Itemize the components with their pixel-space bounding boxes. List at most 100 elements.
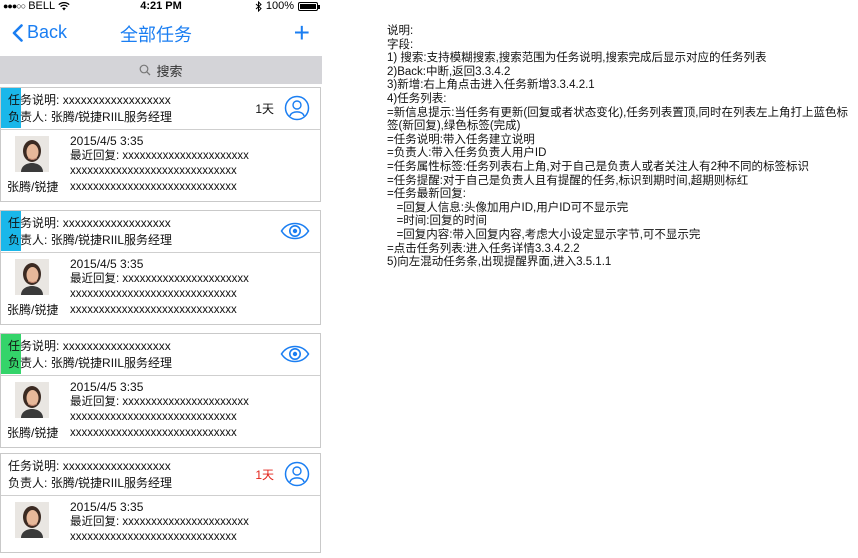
reply-text-line: xxxxxxxxxxxxxxxxxxxxxxxxxxxxx	[70, 288, 237, 300]
task-reply: 2015/4/5 3:35 最近回复: xxxxxxxxxxxxxxxxxxxx…	[1, 376, 320, 446]
avatar	[15, 382, 49, 418]
note-line: =负责人:带入任务负责人用户ID	[387, 147, 547, 160]
task-desc-value: xxxxxxxxxxxxxxxxxx	[62, 216, 171, 230]
task-header: 任务说明: xxxxxxxxxxxxxxxxxx 负责人: 张腾/锐捷RIIL服…	[1, 211, 320, 253]
task-desc-row: 任务说明: xxxxxxxxxxxxxxxxxx	[8, 215, 171, 231]
reply-date: 2015/4/5 3:35	[70, 380, 144, 394]
task-desc-value: xxxxxxxxxxxxxxxxxx	[62, 93, 171, 107]
note-line: =新信息提示:当任务有更新(回复或者状态变化),任务列表置顶,同时在列表左上角打…	[387, 106, 848, 133]
task-card[interactable]: 任务说明: xxxxxxxxxxxxxxxxxx 负责人: 张腾/锐捷RIIL服…	[0, 333, 321, 448]
reply-label: 最近回复:	[70, 273, 120, 285]
note-line: 2)Back:中断,返回3.3.4.2	[387, 65, 511, 78]
reply-text: xxxxxxxxxxxxxxxxxxxxxx	[122, 273, 249, 285]
task-desc-value: xxxxxxxxxxxxxxxxxx	[62, 459, 171, 473]
eye-icon[interactable]	[280, 218, 310, 244]
page-title: 全部任务	[120, 25, 192, 45]
note-line: 5)向左混动任务条,出现提醒界面,进入3.5.1.1	[387, 256, 612, 269]
task-owner-row: 负责人: 张腾/锐捷RIIL服务经理	[8, 355, 172, 371]
task-desc-label: 任务说明:	[8, 93, 60, 107]
spec-notes: 说明: 字段: 1) 搜索:支持模糊搜索,搜索范围为任务说明,搜索完成后显示对应…	[387, 25, 857, 270]
reply-date: 2015/4/5 3:35	[70, 134, 144, 148]
eye-icon[interactable]	[280, 341, 310, 367]
task-card[interactable]: 任务说明: xxxxxxxxxxxxxxxxxx 负责人: 张腾/锐捷RIIL服…	[0, 453, 321, 553]
add-task-button[interactable]: +	[294, 18, 310, 48]
note-line: =任务最新回复:	[387, 188, 466, 201]
reply-text-line: 最近回复: xxxxxxxxxxxxxxxxxxxxxx	[70, 148, 249, 164]
note-line: =回复人信息:头像加用户ID,用户ID可不显示完	[387, 201, 629, 214]
status-bar: ●●●○○ BELL 4:21 PM 100%	[0, 0, 322, 14]
reply-text-line: 最近回复: xxxxxxxxxxxxxxxxxxxxxx	[70, 514, 249, 530]
task-desc-label: 任务说明:	[8, 216, 60, 230]
task-days: 1天	[255, 102, 274, 116]
task-desc-label: 任务说明:	[8, 459, 60, 473]
phone-screen: ●●●○○ BELL 4:21 PM 100% Back 全部任务 + 搜索 任…	[0, 0, 322, 558]
reply-label: 最近回复:	[70, 150, 120, 162]
task-reply: 2015/4/5 3:35 最近回复: xxxxxxxxxxxxxxxxxxxx…	[1, 496, 320, 558]
reply-date: 2015/4/5 3:35	[70, 257, 144, 271]
task-desc-row: 任务说明: xxxxxxxxxxxxxxxxxx	[8, 92, 171, 108]
reply-user: 张腾/锐捷	[7, 303, 59, 317]
reply-date: 2015/4/5 3:35	[70, 500, 144, 514]
note-line: 说明:	[387, 25, 414, 37]
status-right: 100%	[255, 0, 320, 13]
task-owner-row: 负责人: 张腾/锐捷RIIL服务经理	[8, 475, 172, 491]
reply-text-line: xxxxxxxxxxxxxxxxxxxxxxxxxxxxx	[70, 304, 237, 316]
bluetooth-icon	[255, 1, 262, 12]
task-desc-row: 任务说明: xxxxxxxxxxxxxxxxxx	[8, 458, 171, 474]
task-card[interactable]: 任务说明: xxxxxxxxxxxxxxxxxx 负责人: 张腾/锐捷RIIL服…	[0, 210, 321, 325]
task-owner-row: 负责人: 张腾/锐捷RIIL服务经理	[8, 109, 172, 125]
task-owner-row: 负责人: 张腾/锐捷RIIL服务经理	[8, 232, 172, 248]
reply-text: xxxxxxxxxxxxxxxxxxxxxx	[122, 150, 249, 162]
search-bar[interactable]: 搜索	[0, 56, 322, 84]
note-line: =点击任务列表:进入任务详情3.3.4.2.2	[387, 242, 580, 255]
note-line: =时间:回复的时间	[387, 215, 488, 228]
note-line: =任务说明:带入任务建立说明	[387, 133, 535, 146]
task-owner-label: 负责人:	[8, 476, 48, 490]
nav-bar: Back 全部任务 +	[0, 16, 322, 54]
note-line: =回复内容:带入回复内容,考虑大小设定显示字节,可不显示完	[387, 228, 701, 241]
task-owner-value: 张腾/锐捷RIIL服务经理	[50, 110, 173, 124]
reply-user: 张腾/锐捷	[7, 180, 59, 194]
search-icon	[140, 64, 151, 76]
task-desc-value: xxxxxxxxxxxxxxxxxx	[62, 339, 171, 353]
reply-text-line: 最近回复: xxxxxxxxxxxxxxxxxxxxxx	[70, 394, 249, 410]
avatar	[15, 259, 49, 295]
reply-text-line: xxxxxxxxxxxxxxxxxxxxxxxxxxxxx	[70, 427, 237, 439]
reply-text: xxxxxxxxxxxxxxxxxxxxxx	[122, 396, 249, 408]
note-line: 1) 搜索:支持模糊搜索,搜索范围为任务说明,搜索完成后显示对应的任务列表	[387, 52, 767, 65]
task-reply: 2015/4/5 3:35 最近回复: xxxxxxxxxxxxxxxxxxxx…	[1, 253, 320, 323]
reply-text-line: xxxxxxxxxxxxxxxxxxxxxxxxxxxxx	[70, 411, 237, 423]
task-header: 任务说明: xxxxxxxxxxxxxxxxxx 负责人: 张腾/锐捷RIIL服…	[1, 454, 320, 496]
person-circle-icon[interactable]	[284, 95, 310, 121]
person-circle-icon[interactable]	[284, 461, 310, 487]
task-days-overdue: 1天	[255, 468, 274, 482]
task-owner-value: 张腾/锐捷RIIL服务经理	[50, 356, 173, 370]
battery-percent: 100%	[265, 0, 294, 12]
note-line: =任务提醒:对于自己是负责人且有提醒的任务,标识到期时间,超期则标红	[387, 174, 749, 187]
note-line: 4)任务列表:	[387, 92, 447, 105]
search-label: 搜索	[156, 63, 183, 79]
reply-text-line: xxxxxxxxxxxxxxxxxxxxxxxxxxxxx	[70, 165, 237, 177]
note-line: =任务属性标签:任务列表右上角,对于自己是负责人或者关注人有2种不同的标签标识	[387, 160, 809, 173]
task-desc-row: 任务说明: xxxxxxxxxxxxxxxxxx	[8, 338, 171, 354]
task-desc-label: 任务说明:	[8, 339, 60, 353]
reply-label: 最近回复:	[70, 516, 120, 528]
task-owner-value: 张腾/锐捷RIIL服务经理	[50, 476, 173, 490]
reply-text-line: xxxxxxxxxxxxxxxxxxxxxxxxxxxxx	[70, 531, 237, 543]
reply-text-line: xxxxxxxxxxxxxxxxxxxxxxxxxxxxx	[70, 181, 237, 193]
task-reply: 2015/4/5 3:35 最近回复: xxxxxxxxxxxxxxxxxxxx…	[1, 130, 320, 200]
task-card[interactable]: 任务说明: xxxxxxxxxxxxxxxxxx 负责人: 张腾/锐捷RIIL服…	[0, 87, 321, 202]
avatar	[15, 502, 49, 538]
reply-user: 张腾/锐捷	[7, 426, 59, 440]
reply-label: 最近回复:	[70, 396, 120, 408]
task-header: 任务说明: xxxxxxxxxxxxxxxxxx 负责人: 张腾/锐捷RIIL服…	[1, 88, 320, 130]
task-owner-label: 负责人:	[8, 110, 48, 124]
avatar	[15, 136, 49, 172]
battery-icon	[298, 2, 320, 11]
task-owner-label: 负责人:	[8, 356, 48, 370]
task-owner-label: 负责人:	[8, 233, 48, 247]
note-line: 字段:	[387, 38, 414, 51]
reply-text-line: 最近回复: xxxxxxxxxxxxxxxxxxxxxx	[70, 271, 249, 287]
task-header: 任务说明: xxxxxxxxxxxxxxxxxx 负责人: 张腾/锐捷RIIL服…	[1, 334, 320, 376]
note-line: 3)新增:右上角点击进入任务新增3.3.4.2.1	[387, 79, 595, 92]
